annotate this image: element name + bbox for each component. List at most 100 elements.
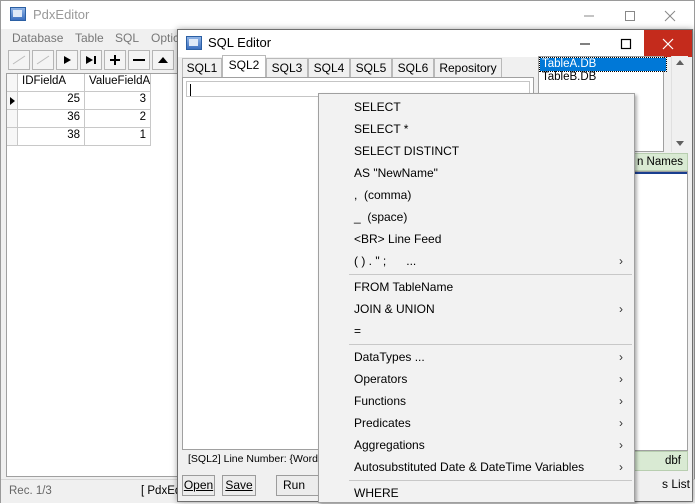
menu-item-join-union[interactable]: JOIN & UNION ›: [320, 298, 633, 320]
menu-item-functions[interactable]: Functions ›: [320, 390, 633, 412]
menu-item-line-feed[interactable]: <BR> Line Feed: [320, 228, 633, 250]
menu-item-predicates[interactable]: Predicates ›: [320, 412, 633, 434]
menu-item-select-all[interactable]: SELECT *: [320, 118, 633, 140]
close-button[interactable]: [647, 1, 693, 29]
table-cell[interactable]: 1: [85, 128, 151, 146]
table-cell[interactable]: 36: [18, 110, 85, 128]
close-button[interactable]: [644, 30, 692, 57]
tab-sql4[interactable]: SQL4: [308, 58, 350, 77]
scroll-up-icon: [676, 60, 684, 65]
run-sql-button[interactable]: Run SQ: [276, 475, 324, 496]
menu-item-aggregations[interactable]: Aggregations ›: [320, 434, 633, 456]
record-counter: Rec. 1/3: [9, 485, 52, 497]
submenu-arrow-icon: ›: [619, 302, 623, 316]
first-record-button[interactable]: [8, 50, 30, 70]
menu-item-label: SELECT: [354, 100, 401, 114]
table-list-scrollbar[interactable]: [671, 56, 688, 152]
current-row-icon: [10, 97, 15, 105]
first-icon: [12, 55, 26, 65]
menu-database[interactable]: Database: [12, 31, 63, 45]
minimize-button[interactable]: [562, 30, 608, 57]
menu-item-date-variables[interactable]: Autosubstituted Date & DateTime Variable…: [320, 456, 633, 478]
menu-separator: [349, 274, 632, 275]
tab-repository[interactable]: Repository: [434, 58, 502, 77]
menu-separator: [349, 344, 632, 345]
play-icon: [64, 56, 71, 64]
menu-item-label: Aggregations: [354, 438, 425, 452]
menu-item-label: Autosubstituted Date & DateTime Variable…: [354, 460, 585, 474]
tab-sql5[interactable]: SQL5: [350, 58, 392, 77]
data-grid[interactable]: IDFieldA ValueFieldA 25 3 36 2 38 1: [6, 73, 178, 477]
sql-tabs: SQL1 SQL2 SQL3 SQL4 SQL5 SQL6 Repository: [182, 55, 532, 77]
insert-record-button[interactable]: [104, 50, 126, 70]
menu-item-comma[interactable]: , (comma): [320, 184, 633, 206]
column-header[interactable]: IDFieldA: [18, 74, 85, 92]
table-cell[interactable]: 3: [85, 92, 151, 110]
prior-record-button[interactable]: [32, 50, 54, 70]
tab-sql3[interactable]: SQL3: [266, 58, 308, 77]
menu-item-from-tablename[interactable]: FROM TableName: [320, 276, 633, 298]
sql-editor-titlebar[interactable]: SQL Editor: [178, 30, 692, 57]
table-cell[interactable]: 25: [18, 92, 85, 110]
minus-icon: [133, 59, 145, 61]
submenu-arrow-icon: ›: [619, 438, 623, 452]
sql-editor-title: SQL Editor: [208, 35, 272, 50]
menu-item-label: WHERE: [354, 486, 399, 500]
column-header[interactable]: ValueFieldA: [85, 74, 151, 92]
editor-status-line: [SQL2] Line Number: {Word W: [188, 453, 331, 465]
menu-table[interactable]: Table: [75, 31, 104, 45]
scroll-down-icon: [676, 141, 684, 146]
menu-item-operators[interactable]: Operators ›: [320, 368, 633, 390]
submenu-arrow-icon: ›: [619, 460, 623, 474]
main-titlebar[interactable]: PdxEditor: [1, 1, 694, 29]
table-cell[interactable]: 38: [18, 128, 85, 146]
grid-header-row: IDFieldA ValueFieldA: [7, 74, 157, 92]
row-indicator: [7, 92, 18, 110]
text-caret: [190, 84, 191, 96]
menu-item-punctuation[interactable]: ( ) . " ; ... ›: [320, 250, 633, 272]
submenu-arrow-icon: ›: [619, 350, 623, 364]
submenu-arrow-icon: ›: [619, 254, 623, 268]
maximize-button[interactable]: [603, 30, 649, 57]
tab-sql2[interactable]: SQL2: [222, 55, 266, 77]
submenu-arrow-icon: ›: [619, 394, 623, 408]
menu-item-equals[interactable]: =: [320, 320, 633, 342]
menu-item-label: Operators: [354, 372, 408, 386]
menu-item-select-distinct[interactable]: SELECT DISTINCT: [320, 140, 633, 162]
menu-item-where[interactable]: WHERE: [320, 482, 633, 504]
prior-icon: [36, 55, 50, 65]
menu-options[interactable]: Optic: [151, 31, 179, 45]
close-icon: [664, 10, 676, 22]
app-icon: [186, 36, 202, 50]
menu-item-label: AS "NewName": [354, 166, 438, 180]
next-record-button[interactable]: [56, 50, 78, 70]
menu-item-label: <BR> Line Feed: [354, 232, 442, 246]
minimize-button[interactable]: [566, 1, 612, 29]
menu-item-as-newname[interactable]: AS "NewName": [320, 162, 633, 184]
tab-sql6[interactable]: SQL6: [392, 58, 434, 77]
menu-item-label: =: [354, 324, 362, 338]
menu-item-space[interactable]: _ (space): [320, 206, 633, 228]
delete-record-button[interactable]: [128, 50, 150, 70]
menu-item-label: DataTypes ...: [354, 350, 425, 364]
table-row[interactable]: 36 2: [7, 110, 157, 128]
table-row[interactable]: 25 3: [7, 92, 157, 110]
open-button[interactable]: Open: [182, 475, 215, 496]
grid-indicator-header: [7, 74, 18, 92]
list-item[interactable]: TableB.DB: [540, 71, 666, 84]
edit-record-button[interactable]: [152, 50, 174, 70]
plus-icon: [110, 55, 120, 65]
menu-item-select[interactable]: SELECT: [320, 96, 633, 118]
menu-sql[interactable]: SQL: [115, 31, 139, 45]
menu-item-label: ( ) . " ; ...: [354, 254, 417, 268]
list-item[interactable]: TableA.DB: [539, 57, 667, 72]
menu-item-label: Predicates: [354, 416, 411, 430]
menu-item-datatypes[interactable]: DataTypes ... ›: [320, 346, 633, 368]
tab-sql1[interactable]: SQL1: [182, 58, 222, 77]
table-row[interactable]: 38 1: [7, 128, 157, 146]
save-button[interactable]: Save: [222, 475, 256, 496]
last-record-button[interactable]: [80, 50, 102, 70]
menu-item-label: , (comma): [354, 188, 412, 202]
main-window-title: PdxEditor: [33, 7, 90, 22]
table-cell[interactable]: 2: [85, 110, 151, 128]
